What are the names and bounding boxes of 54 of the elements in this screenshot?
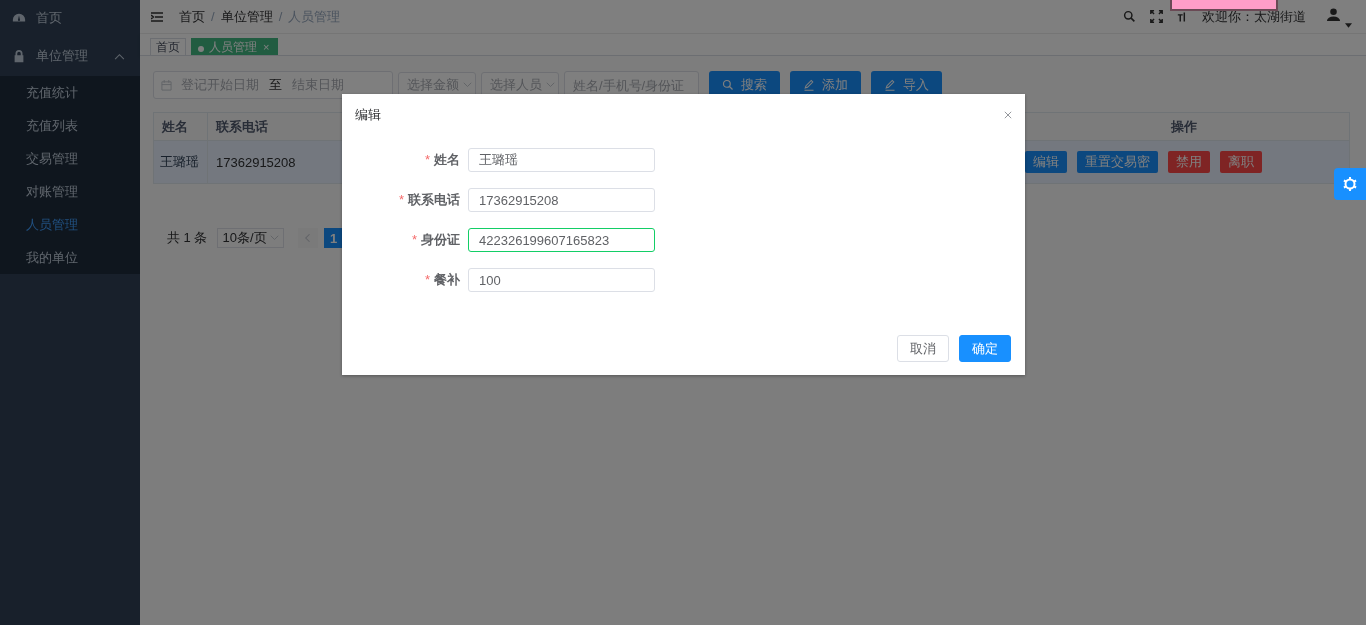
input-field[interactable]: 100: [468, 268, 655, 292]
total-count: 共 1 条: [167, 229, 208, 247]
pencil-icon: [884, 79, 896, 91]
page-size-select[interactable]: 10条/页: [217, 228, 284, 248]
table-cell: 王璐瑶: [154, 141, 208, 183]
input-field[interactable]: 王璐瑶: [468, 148, 655, 172]
action-button[interactable]: 重置交易密: [1077, 151, 1158, 173]
action-button[interactable]: 禁用: [1168, 151, 1210, 173]
action-button[interactable]: 编辑: [1025, 151, 1067, 173]
breadcrumb-separator: /: [278, 9, 283, 24]
field-label: * 姓名: [423, 151, 461, 169]
chevron-icon: [269, 235, 279, 241]
dashboard-icon: [12, 11, 26, 25]
menu-icon[interactable]: [151, 11, 163, 22]
calendar-icon: [161, 79, 172, 91]
dialog-button[interactable]: 取消: [897, 335, 949, 362]
input-field[interactable]: 422326199607165823: [468, 228, 655, 252]
breadcrumb-link[interactable]: 首页: [179, 7, 205, 26]
field-label: * 联系电话: [397, 191, 461, 209]
gear-icon: [1342, 176, 1358, 192]
column-header: 操作: [1170, 117, 1198, 136]
breadcrumb-separator: /: [211, 9, 215, 24]
user-icon[interactable]: [1326, 7, 1341, 22]
tab[interactable]: 首页: [150, 38, 186, 55]
breadcrumb-link[interactable]: 单位管理: [220, 7, 273, 26]
search-icon[interactable]: [1123, 10, 1136, 23]
field-label: * 身份证: [410, 231, 461, 249]
welcome-text: 欢迎你：太湖街道: [1202, 7, 1306, 26]
menu-item[interactable]: 首页: [0, 0, 140, 36]
fullscreen-icon[interactable]: [1150, 10, 1163, 23]
pencil-icon: [803, 79, 815, 91]
settings-button[interactable]: [1334, 168, 1366, 200]
input-field[interactable]: 17362915208: [468, 188, 655, 212]
lock-icon: [12, 49, 26, 63]
search-icon: [722, 79, 734, 91]
submenu-item[interactable]: 人员管理: [0, 208, 140, 241]
chevron-icon: [463, 82, 472, 88]
chevron-icon: [546, 82, 555, 88]
caret-icon[interactable]: [1345, 23, 1352, 28]
field-label: * 餐补: [423, 271, 461, 289]
submenu-item[interactable]: 交易管理: [0, 142, 140, 175]
page-button[interactable]: 1: [323, 228, 344, 248]
menu-group[interactable]: 单位管理: [0, 36, 140, 76]
close-icon[interactable]: [1004, 111, 1012, 119]
chevron-icon: [114, 52, 125, 60]
column-header: 姓名: [154, 113, 208, 140]
floating-tab[interactable]: [1170, 0, 1278, 11]
dialog-button[interactable]: 确定: [959, 335, 1011, 362]
submenu-item[interactable]: 对账管理: [0, 175, 140, 208]
submenu-item[interactable]: 我的单位: [0, 241, 140, 274]
submenu-item[interactable]: 充值列表: [0, 109, 140, 142]
tab[interactable]: 人员管理 ×: [191, 38, 279, 55]
submenu-item[interactable]: 充值统计: [0, 76, 140, 109]
action-button[interactable]: 离职: [1220, 151, 1262, 173]
